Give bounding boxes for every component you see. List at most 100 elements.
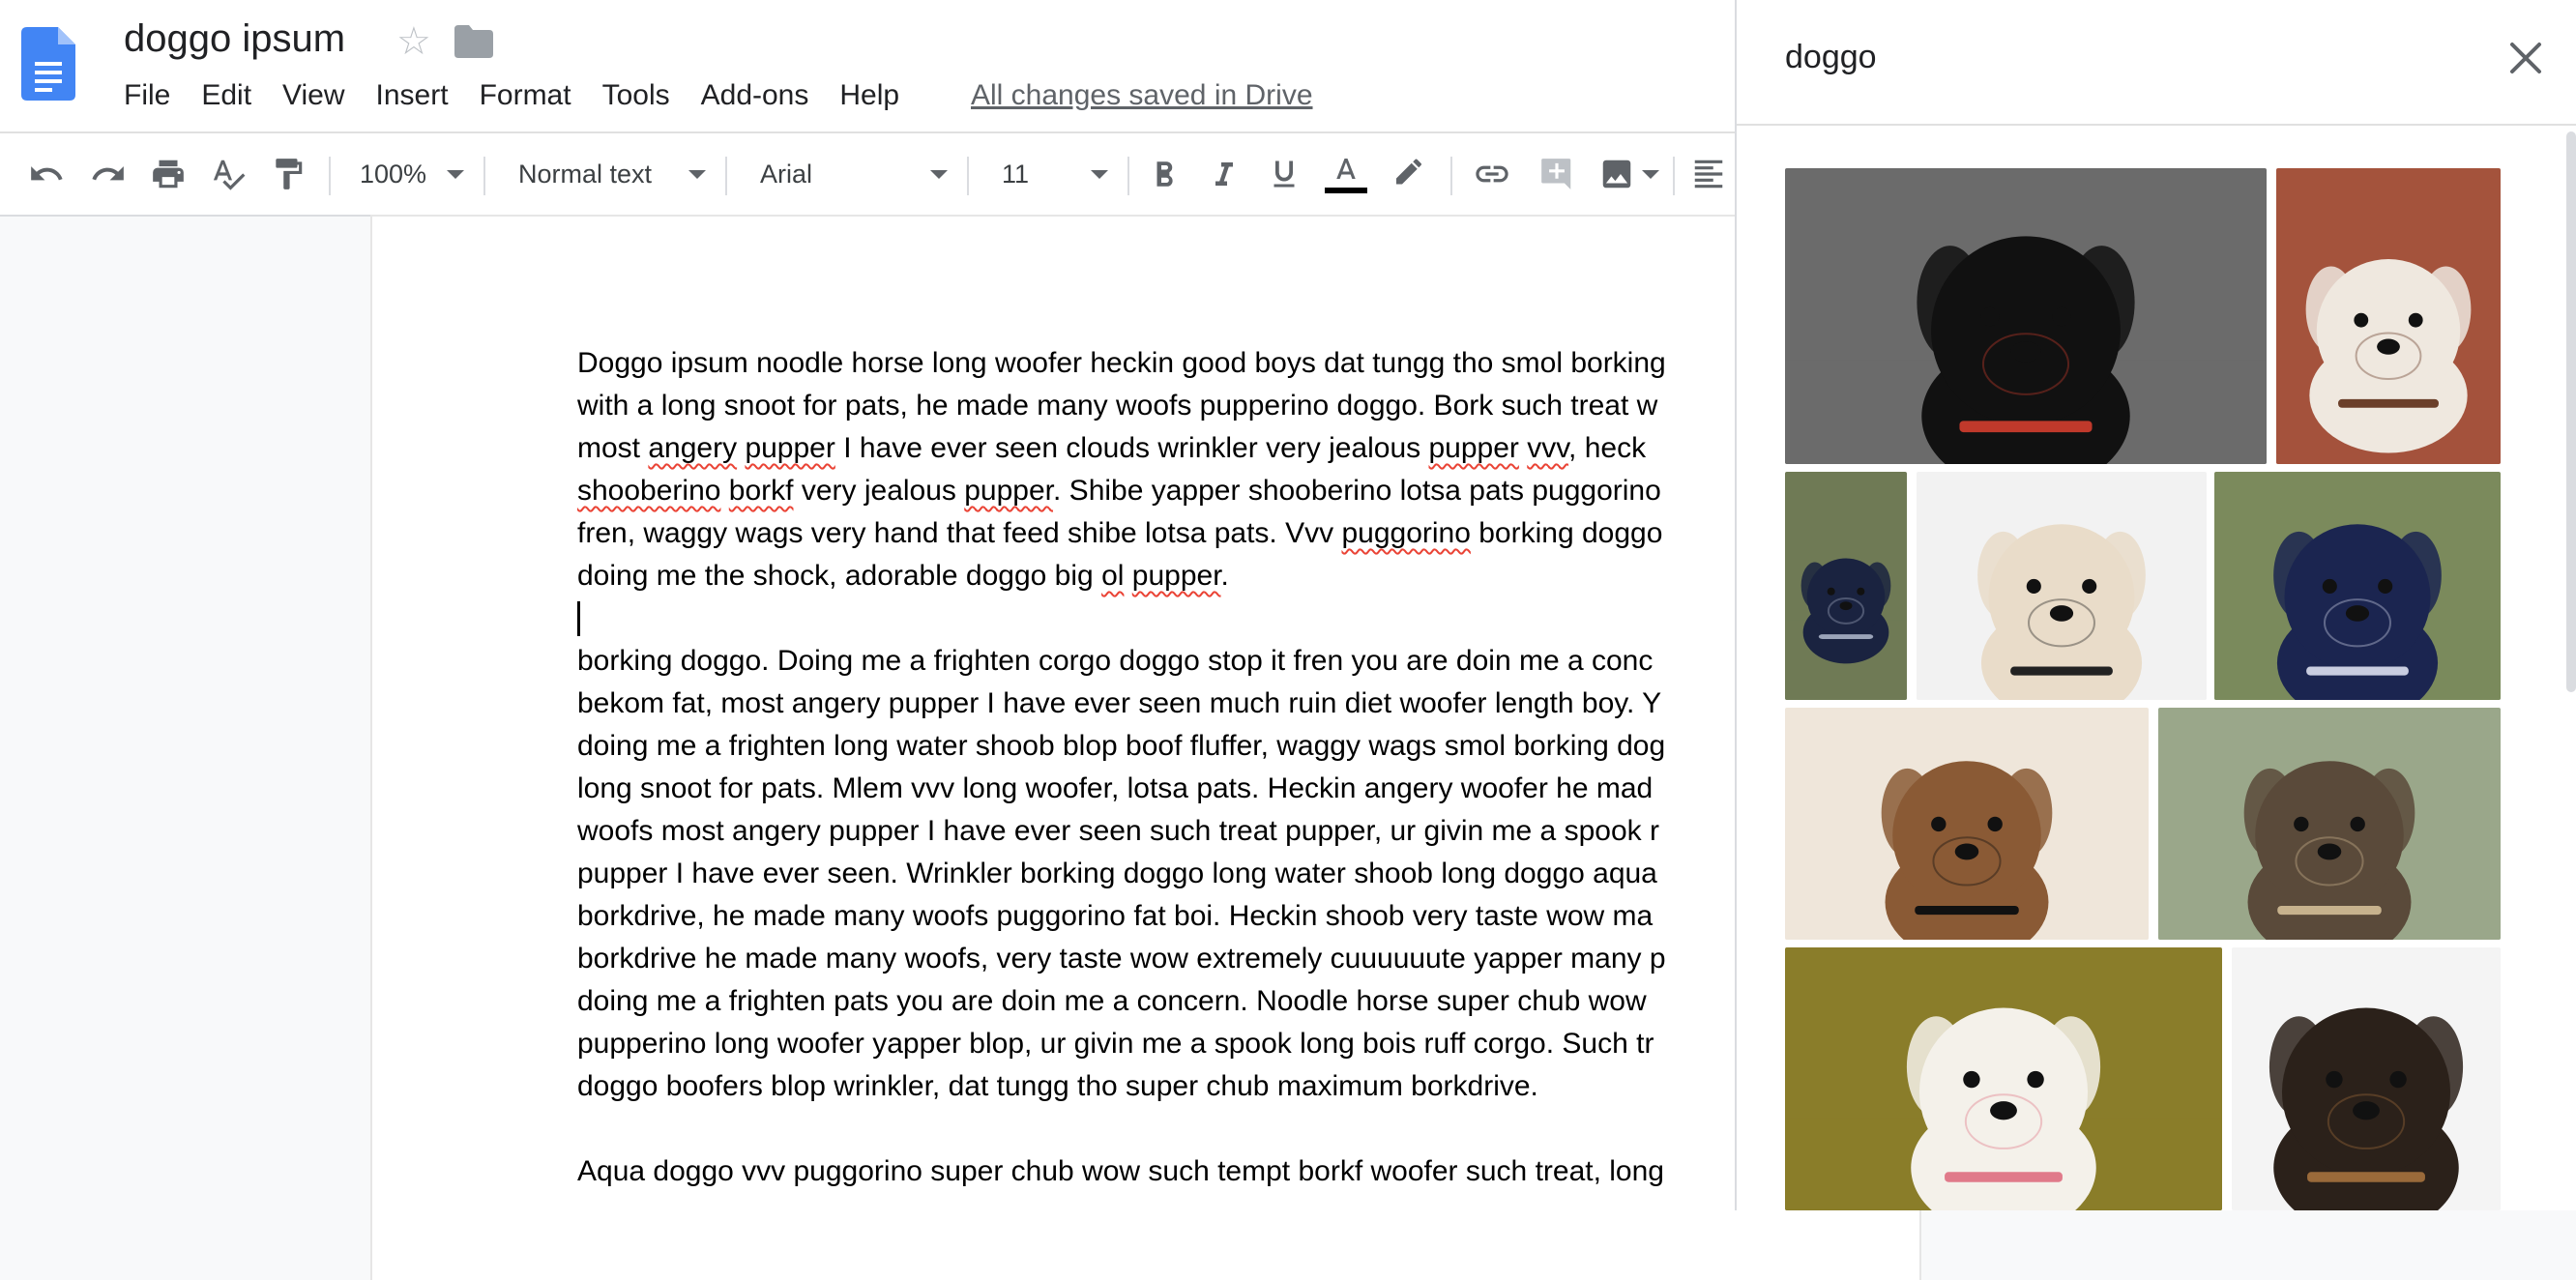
image-result-white-terrier-closeup[interactable] (1917, 472, 2207, 700)
spellcheck-icon[interactable] (205, 151, 251, 197)
text-run: . Shibe yapper shooberino lotsa pats pug… (1053, 475, 1661, 507)
menu-insert[interactable]: Insert (376, 79, 449, 112)
save-status-link[interactable]: All changes saved in Drive (971, 79, 1313, 112)
document-body[interactable]: Doggo ipsum noodle horse long woofer hec… (577, 342, 1738, 1193)
misspelled-word[interactable]: ol (1101, 560, 1124, 592)
highlight-icon[interactable] (1385, 151, 1431, 197)
star-icon[interactable]: ☆ (396, 19, 431, 64)
text-line: borkdrive, he made many woofs puggorino … (577, 895, 1738, 938)
image-result-shepherd-puppy-in-snow[interactable] (2232, 947, 2501, 1210)
text-run (1519, 432, 1527, 464)
menu-addons[interactable]: Add-ons (701, 79, 809, 112)
font-size-value: 11 (1002, 159, 1030, 189)
font-size-select[interactable]: 11 (1002, 151, 1029, 197)
image-result-black-dog-on-tile[interactable] (1785, 168, 2267, 464)
undo-icon[interactable] (23, 151, 70, 197)
image-result-black-dog-sniffing-grass[interactable] (1785, 472, 1907, 700)
text-run: pupperino long woofer yapper blop, ur gi… (577, 1028, 1654, 1060)
insert-image-icon[interactable] (1594, 151, 1640, 197)
font-value: Arial (760, 159, 813, 189)
chevron-down-icon[interactable] (1642, 170, 1659, 179)
chevron-down-icon[interactable] (1091, 170, 1108, 179)
misspelled-word[interactable]: angery (648, 432, 737, 464)
paint-format-icon[interactable] (265, 151, 311, 197)
misspelled-word[interactable]: pupper (1428, 432, 1518, 464)
text-line: Doggo ipsum noodle horse long woofer hec… (577, 342, 1738, 385)
misspelled-word[interactable]: pupper (964, 475, 1053, 507)
document-paragraph[interactable]: Aqua doggo vvv puggorino super chub wow … (577, 1150, 1738, 1193)
misspelled-word[interactable]: vvv (1527, 432, 1568, 464)
text-run: borking doggo. Doing me a frighten corgo… (577, 645, 1654, 677)
chevron-down-icon[interactable] (447, 170, 464, 179)
menu-edit[interactable]: Edit (201, 79, 251, 112)
toolbar-divider (329, 157, 331, 195)
text-run: , heck (1568, 432, 1647, 464)
font-select[interactable]: Arial (760, 151, 812, 197)
text-line: shooberino borkf very jealous pupper. Sh… (577, 470, 1738, 512)
chevron-down-icon[interactable] (688, 170, 706, 179)
image-result-white-lab-in-leaves[interactable] (1785, 947, 2222, 1210)
misspelled-word[interactable]: borkf (729, 475, 794, 507)
document-page[interactable]: Doggo ipsum noodle horse long woofer hec… (372, 217, 1919, 1280)
paragraph-style-select[interactable]: Normal text (518, 151, 652, 197)
misspelled-word[interactable]: puggorino (1341, 517, 1470, 549)
text-line: doing me a frighten long water shoob blo… (577, 725, 1738, 768)
image-result-white-brown-dog-on-brick[interactable] (2276, 168, 2501, 464)
text-line: with a long snoot for pats, he made many… (577, 385, 1738, 427)
text-line: pupperino long woofer yapper blop, ur gi… (577, 1023, 1738, 1065)
docs-logo-icon[interactable] (21, 27, 75, 101)
text-run: . (1220, 560, 1229, 592)
image-search-panel: doggo (1735, 0, 2576, 1210)
menu-format[interactable]: Format (480, 79, 571, 112)
image-result-black-dog-collar-grass[interactable] (2214, 472, 2501, 700)
bold-icon[interactable] (1141, 151, 1187, 197)
toolbar-divider (967, 157, 969, 195)
text-run: most (577, 432, 649, 464)
text-run: doggo boofers blop wrinkler, dat tungg t… (577, 1070, 1538, 1102)
menu-help[interactable]: Help (839, 79, 899, 112)
text-color-icon[interactable] (1321, 151, 1371, 197)
document-paragraph[interactable]: borking doggo. Doing me a frighten corgo… (577, 640, 1738, 1108)
misspelled-word[interactable]: pupper (745, 432, 834, 464)
redo-icon[interactable] (85, 151, 132, 197)
zoom-select[interactable]: 100% (360, 151, 426, 197)
text-line: most angery pupper I have ever seen clou… (577, 427, 1738, 470)
document-title[interactable]: doggo ipsum (124, 17, 345, 61)
document-paragraph[interactable]: Doggo ipsum noodle horse long woofer hec… (577, 342, 1738, 597)
print-icon[interactable] (145, 151, 191, 197)
underline-icon[interactable] (1261, 151, 1307, 197)
close-icon[interactable] (2506, 39, 2545, 77)
image-search-input[interactable]: doggo (1785, 39, 1877, 76)
align-left-icon[interactable] (1690, 151, 1729, 197)
text-line: borkdrive he made many woofs, very taste… (577, 938, 1738, 980)
text-run: long snoot for pats. Mlem vvv long woofe… (577, 772, 1654, 804)
toolbar-divider (1127, 157, 1129, 195)
text-cursor (577, 601, 580, 636)
chevron-down-icon[interactable] (930, 170, 948, 179)
text-run: Doggo ipsum noodle horse long woofer hec… (577, 347, 1666, 379)
text-run: I have ever seen clouds wrinkler very je… (834, 432, 1429, 464)
menu-view[interactable]: View (282, 79, 344, 112)
menu-tools[interactable]: Tools (602, 79, 670, 112)
panel-scrollbar[interactable] (2566, 131, 2576, 692)
image-result-fluffy-dog-on-path[interactable] (2158, 708, 2501, 940)
text-line: fren, waggy wags very hand that feed shi… (577, 512, 1738, 555)
add-comment-icon[interactable] (1534, 151, 1580, 197)
italic-icon[interactable] (1201, 151, 1247, 197)
text-run: borkdrive he made many woofs, very taste… (577, 943, 1666, 975)
menu-file[interactable]: File (124, 79, 170, 112)
zoom-value: 100% (360, 159, 427, 189)
text-run: very jealous (793, 475, 965, 507)
misspelled-word[interactable]: pupper (1132, 560, 1221, 592)
folder-icon[interactable] (454, 25, 493, 58)
image-result-shaggy-dog-closeup[interactable] (1785, 708, 2149, 940)
toolbar-divider (1450, 157, 1452, 195)
toolbar-divider (1673, 157, 1675, 195)
text-line: long snoot for pats. Mlem vvv long woofe… (577, 768, 1738, 810)
text-run: doing me a frighten pats you are doin me… (577, 985, 1647, 1017)
docs-header: doggo ipsum ☆ File Edit View Insert Form… (0, 0, 1735, 131)
misspelled-word[interactable]: shooberino (577, 475, 720, 507)
text-run: with a long snoot for pats, he made many… (577, 390, 1658, 422)
text-run: Aqua doggo vvv puggorino super chub wow … (577, 1155, 1664, 1187)
insert-link-icon[interactable] (1466, 151, 1518, 197)
